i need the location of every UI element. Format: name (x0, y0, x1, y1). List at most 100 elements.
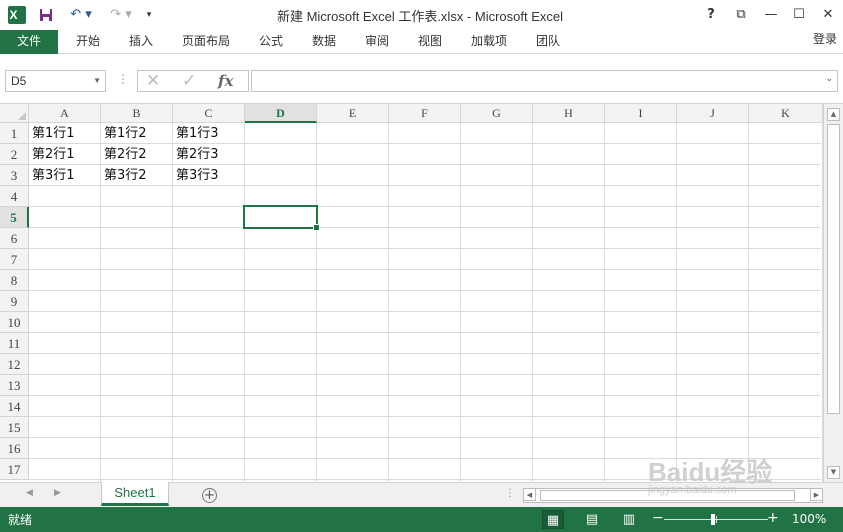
cell-b2[interactable]: 第2行2 (101, 144, 173, 165)
cell-a3[interactable]: 第3行1 (29, 165, 101, 186)
page-layout-view-icon[interactable]: ▤ (581, 510, 603, 529)
vertical-scrollbar[interactable]: ▲ ▼ (823, 104, 843, 482)
next-sheet-icon[interactable]: ▶ (54, 488, 61, 498)
row-header-10[interactable]: 10 (0, 312, 29, 333)
scroll-down-icon[interactable]: ▼ (827, 466, 840, 479)
sheet-tab-sheet1[interactable]: Sheet1 (101, 482, 169, 506)
sign-in-link[interactable]: 登录 (813, 30, 843, 54)
gridline-vertical (676, 123, 677, 482)
expand-formula-bar-icon[interactable]: ⌄ (825, 74, 833, 84)
ribbon-display-options-button[interactable]: ⧉ (729, 4, 753, 26)
cell-b1[interactable]: 第1行2 (101, 123, 173, 144)
column-header-a[interactable]: A (29, 104, 101, 123)
window-title: 新建 Microsoft Excel 工作表.xlsx - Microsoft … (276, 9, 564, 24)
customize-quick-access-icon[interactable]: ▾ (142, 5, 156, 25)
column-header-g[interactable]: G (461, 104, 533, 123)
row-header-11[interactable]: 11 (0, 333, 29, 354)
column-header-e[interactable]: E (317, 104, 389, 123)
zoom-level[interactable]: 100% (792, 512, 826, 526)
tab-add-ins[interactable]: 加载项 (463, 30, 515, 54)
zoom-in-icon[interactable]: + (767, 510, 779, 526)
column-header-d[interactable]: D (245, 104, 317, 123)
cell-c1[interactable]: 第1行3 (173, 123, 245, 144)
insert-function-icon[interactable]: fx (218, 71, 233, 91)
excel-logo-icon (8, 6, 26, 24)
row-header-3[interactable]: 3 (0, 165, 29, 186)
gridline-horizontal (29, 353, 821, 354)
column-header-b[interactable]: B (101, 104, 173, 123)
column-header-f[interactable]: F (389, 104, 461, 123)
zoom-slider-handle[interactable] (711, 514, 715, 525)
page-break-preview-icon[interactable]: ▥ (618, 510, 640, 529)
row-header-14[interactable]: 14 (0, 396, 29, 417)
row-header-4[interactable]: 4 (0, 186, 29, 207)
tab-view[interactable]: 视图 (408, 30, 452, 54)
gridline-horizontal (29, 290, 821, 291)
column-header-c[interactable]: C (173, 104, 245, 123)
vertical-scroll-thumb[interactable] (827, 124, 840, 414)
row-header-13[interactable]: 13 (0, 375, 29, 396)
column-header-i[interactable]: I (605, 104, 677, 123)
gridline-vertical (388, 123, 389, 482)
status-bar: 就绪 ▦ ▤ ▥ − + 100% (0, 507, 843, 532)
row-header-9[interactable]: 9 (0, 291, 29, 312)
tab-split-handle[interactable]: ⋮ (505, 488, 515, 499)
undo-icon[interactable]: ↶ ▾ (66, 5, 96, 25)
close-button[interactable]: ✕ (816, 4, 840, 26)
active-cell-d5[interactable] (243, 205, 320, 231)
row-header-12[interactable]: 12 (0, 354, 29, 375)
gridline-horizontal (29, 227, 821, 228)
column-header-h[interactable]: H (533, 104, 605, 123)
row-header-8[interactable]: 8 (0, 270, 29, 291)
tab-insert[interactable]: 插入 (119, 30, 163, 54)
normal-view-icon[interactable]: ▦ (542, 510, 564, 529)
chevron-down-icon[interactable]: ▼ (93, 71, 101, 91)
tab-review[interactable]: 审阅 (355, 30, 399, 54)
tab-team[interactable]: 团队 (526, 30, 570, 54)
formula-bar-splitter[interactable]: ⋮ (117, 72, 129, 86)
gridline-horizontal (29, 416, 821, 417)
scroll-up-icon[interactable]: ▲ (827, 108, 840, 121)
save-icon[interactable] (36, 5, 56, 25)
cell-c3[interactable]: 第3行3 (173, 165, 245, 186)
cell-a2[interactable]: 第2行1 (29, 144, 101, 165)
cell-a1[interactable]: 第1行1 (29, 123, 101, 144)
cell-b3[interactable]: 第3行2 (101, 165, 173, 186)
scroll-left-icon[interactable]: ◀ (523, 488, 536, 501)
worksheet-grid[interactable]: ABCDEFGHIJK 1 2 3 4 5 6 7 8 9 10 11 12 13 14 15 16 17 第1… (0, 104, 843, 482)
row-header-15[interactable]: 15 (0, 417, 29, 438)
formula-buttons: ✕ ✓ fx (137, 70, 249, 92)
new-sheet-button[interactable]: + (202, 488, 217, 503)
row-header-7[interactable]: 7 (0, 249, 29, 270)
ribbon-tabs: 文件 开始 插入 页面布局 公式 数据 审阅 视图 加载项 团队 登录 (0, 30, 843, 54)
zoom-out-icon[interactable]: − (652, 510, 664, 526)
row-header-2[interactable]: 2 (0, 144, 29, 165)
title-bar: ↶ ▾ ↷ ▾ ▾ 新建 Microsoft Excel 工作表.xlsx - … (0, 0, 843, 30)
select-all-button[interactable] (0, 104, 29, 123)
tab-home[interactable]: 开始 (66, 30, 110, 54)
minimize-button[interactable]: — (759, 4, 783, 26)
scroll-right-icon[interactable]: ▶ (810, 488, 823, 501)
cancel-icon[interactable]: ✕ (146, 71, 160, 91)
row-header-17[interactable]: 17 (0, 459, 29, 480)
previous-sheet-icon[interactable]: ◀ (26, 488, 33, 498)
maximize-button[interactable]: ☐ (787, 4, 811, 26)
gridline-horizontal (29, 311, 821, 312)
row-header-16[interactable]: 16 (0, 438, 29, 459)
enter-icon[interactable]: ✓ (182, 71, 196, 91)
watermark-brand: Baidu经验 (648, 457, 773, 487)
help-button[interactable]: ? (699, 4, 723, 26)
tab-file[interactable]: 文件 (0, 30, 58, 54)
column-header-j[interactable]: J (677, 104, 749, 123)
name-box[interactable]: D5 ▼ (5, 70, 106, 92)
tab-formulas[interactable]: 公式 (249, 30, 293, 54)
column-header-k[interactable]: K (749, 104, 823, 123)
cell-c2[interactable]: 第2行3 (173, 144, 245, 165)
row-header-1[interactable]: 1 (0, 123, 29, 144)
formula-input[interactable]: ⌄ (251, 70, 838, 92)
tab-page-layout[interactable]: 页面布局 (174, 30, 238, 54)
row-header-6[interactable]: 6 (0, 228, 29, 249)
redo-icon[interactable]: ↷ ▾ (106, 5, 136, 25)
tab-data[interactable]: 数据 (302, 30, 346, 54)
row-header-5[interactable]: 5 (0, 207, 29, 228)
